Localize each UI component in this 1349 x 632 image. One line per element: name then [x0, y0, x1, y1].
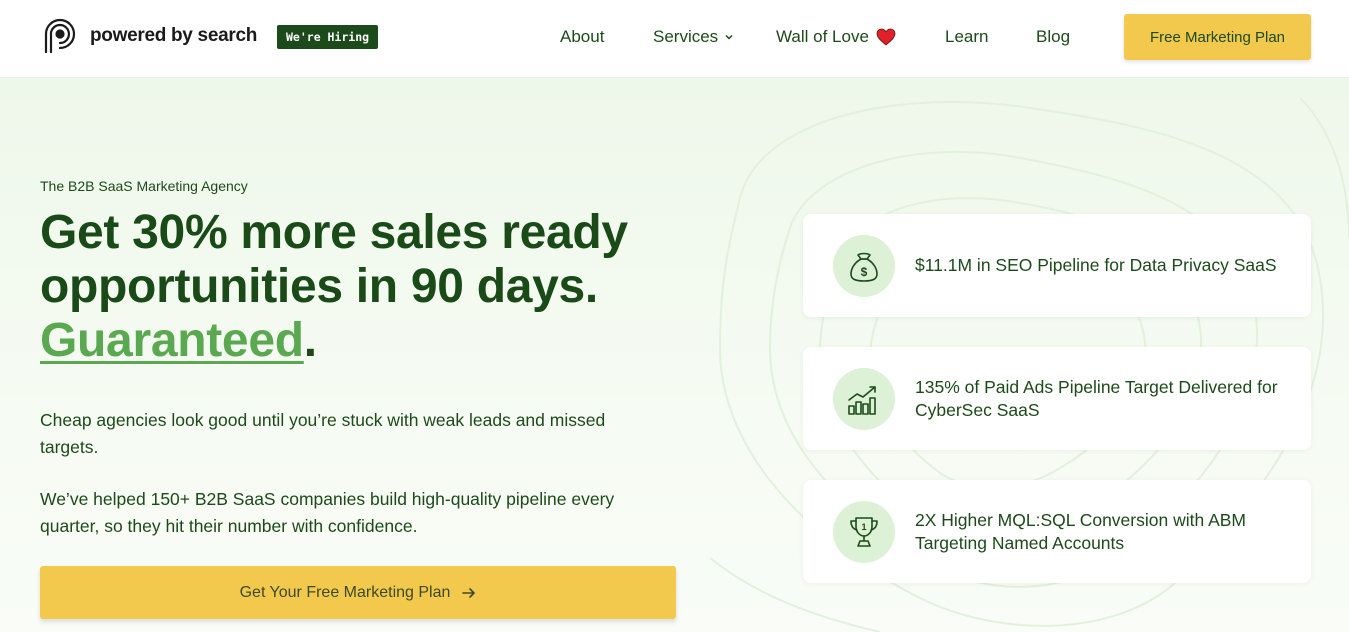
result-card-abm: 1 2X Higher MQL:SQL Conversion with ABM …	[803, 480, 1311, 583]
nav-wall-of-love-label: Wall of Love	[776, 27, 869, 46]
headline-period: .	[303, 314, 317, 367]
nav-learn[interactable]: Learn	[945, 26, 988, 48]
result-card-paid-ads: 135% of Paid Ads Pipeline Target Deliver…	[803, 347, 1311, 450]
headline-line-1: Get 30% more sales ready	[40, 206, 628, 259]
arrow-right-icon	[462, 587, 476, 598]
hero-paragraph-1: Cheap agencies look good until you’re st…	[40, 410, 606, 457]
get-free-marketing-plan-button[interactable]: Get Your Free Marketing Plan	[40, 566, 676, 619]
page: powered by search We're Hiring About Ser…	[0, 0, 1349, 632]
nav-learn-label: Learn	[945, 27, 989, 46]
headline-line-2: opportunities in 90 days.	[40, 260, 598, 313]
nav-services[interactable]: Services	[653, 26, 734, 48]
trophy-icon: 1	[850, 516, 878, 547]
hero-headline: Get 30% more sales ready opportunities i…	[40, 206, 720, 368]
headline-accent-guaranteed: Guaranteed	[40, 314, 304, 367]
money-bag-icon: $	[850, 252, 878, 282]
nav-wall-of-love[interactable]: Wall of Love	[776, 26, 896, 48]
nav-about-label: About	[560, 27, 605, 46]
hiring-badge[interactable]: We're Hiring	[277, 25, 379, 49]
card-text: $11.1M in SEO Pipeline for Data Privacy …	[915, 255, 1277, 275]
result-card-seo: $ $11.1M in SEO Pipeline for Data Privac…	[803, 214, 1311, 317]
logo-icon	[44, 18, 76, 54]
logo[interactable]: powered by search	[40, 16, 257, 56]
card-icon-wrapper	[833, 367, 895, 430]
free-marketing-plan-button[interactable]: Free Marketing Plan	[1124, 14, 1311, 60]
svg-text:$: $	[861, 265, 868, 279]
nav-blog-label: Blog	[1036, 27, 1071, 46]
hero-section: The B2B SaaS Marketing Agency Get 30% mo…	[0, 78, 1349, 632]
nav-services-label: Services	[653, 27, 719, 46]
chevron-down-icon	[725, 34, 733, 40]
nav-blog[interactable]: Blog	[1036, 26, 1070, 48]
logo-text: powered by search	[90, 25, 258, 46]
card-text: 2X Higher MQL:SQL Conversion with ABM Ta…	[915, 509, 1247, 553]
growth-chart-icon	[848, 385, 876, 415]
nav-about[interactable]: About	[560, 26, 604, 48]
heart-icon	[876, 28, 896, 46]
site-header: powered by search We're Hiring About Ser…	[0, 0, 1349, 78]
card-icon-wrapper: 1	[833, 500, 895, 563]
card-text: 135% of Paid Ads Pipeline Target Deliver…	[915, 376, 1278, 420]
card-icon-wrapper: $	[833, 234, 895, 297]
hero-paragraph-2: We’ve helped 150+ B2B SaaS companies bui…	[40, 489, 615, 536]
hero-eyebrow: The B2B SaaS Marketing Agency	[40, 178, 248, 194]
svg-text:1: 1	[861, 522, 866, 532]
cta-main-label: Get Your Free Marketing Plan	[239, 583, 451, 601]
